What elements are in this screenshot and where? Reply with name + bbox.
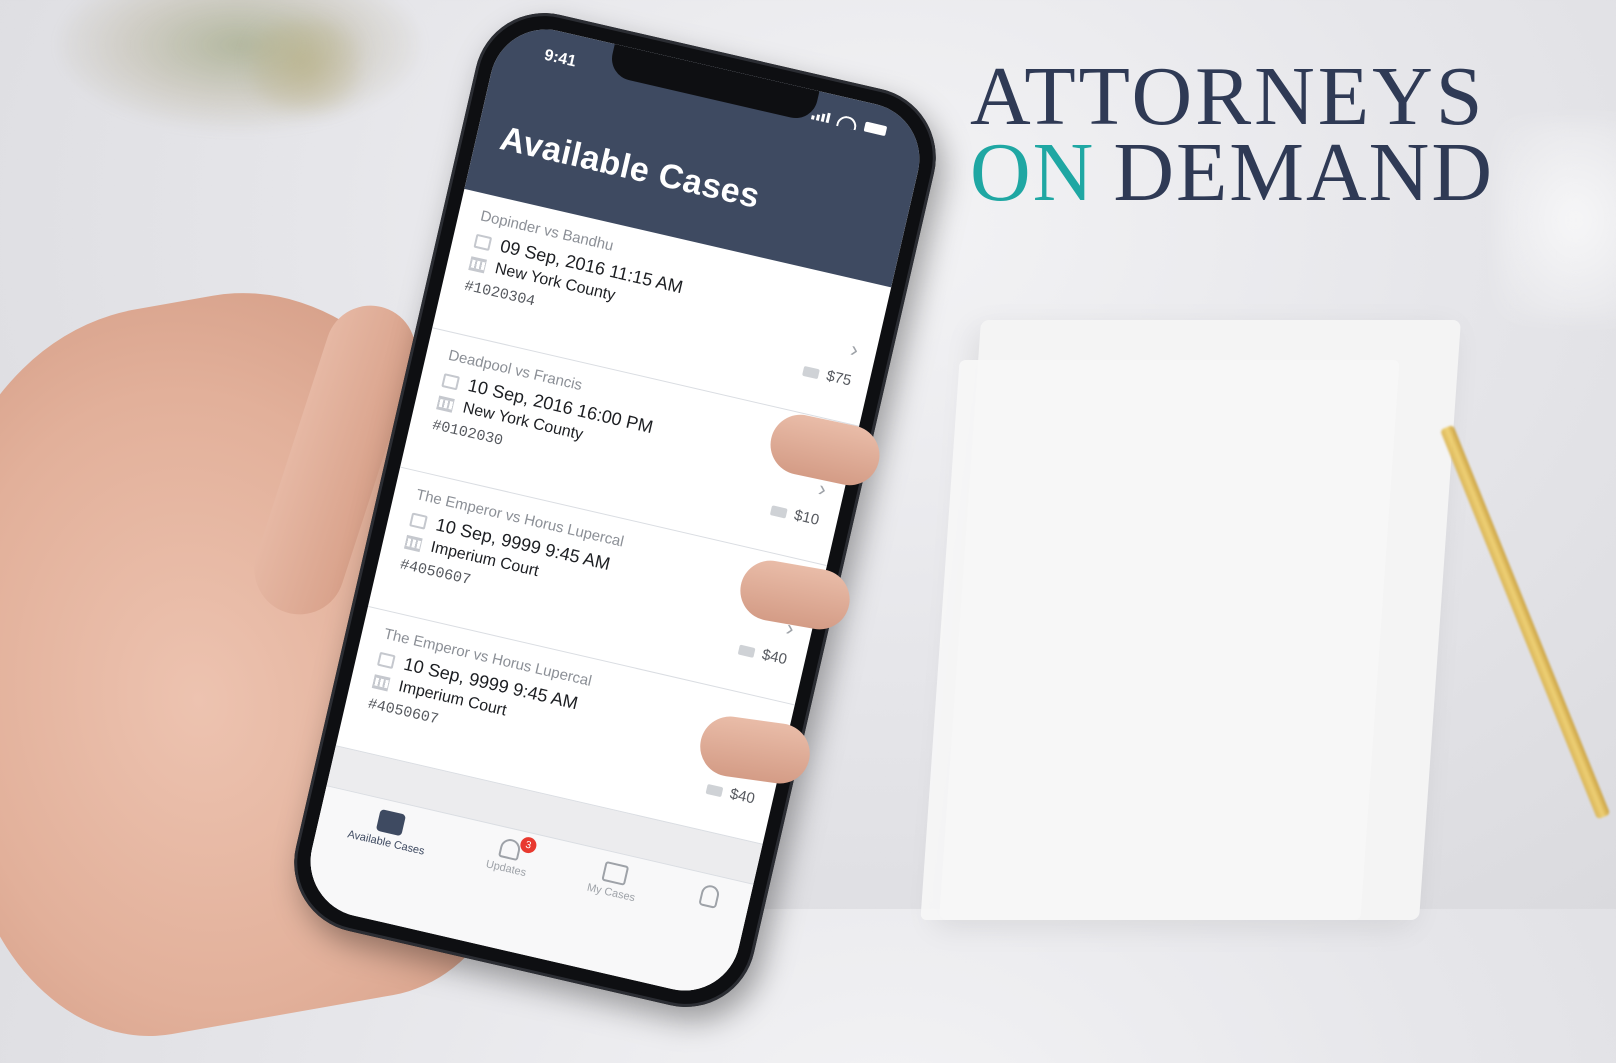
phone: 9:41 Available Cases Dopinder vs Bandhu … (280, 0, 950, 1021)
phone-screen: 9:41 Available Cases Dopinder vs Bandhu … (299, 18, 931, 1002)
logo-on: ON (970, 126, 1096, 219)
logo-demand: DEMAND (1113, 126, 1494, 219)
battery-icon (863, 121, 888, 137)
wifi-icon (836, 114, 859, 131)
inbox-icon (375, 808, 406, 837)
status-time: 9:41 (542, 46, 578, 71)
money-icon (769, 504, 788, 519)
page-title: Available Cases (496, 119, 764, 216)
bell-icon (498, 837, 523, 862)
tab-label: Updates (484, 858, 528, 880)
user-icon (697, 883, 721, 909)
calendar-icon (441, 372, 461, 390)
logo-line2: ON DEMAND (970, 131, 1492, 215)
plant-pot-background (250, 20, 360, 110)
tab-updates[interactable]: 3 Updates (468, 835, 538, 951)
briefcase-icon (601, 860, 630, 886)
pencil-background (1440, 424, 1611, 820)
notification-badge: 3 (518, 835, 538, 855)
plant-background (60, 0, 420, 130)
logo-attorneys: ATTORNEYS (970, 50, 1486, 143)
brand-logo: ATTORNEYS ON DEMAND (970, 50, 1492, 215)
tab-my-cases[interactable]: My Cases (569, 858, 641, 976)
chevron-right-icon: › (848, 336, 862, 363)
courthouse-icon (468, 256, 488, 274)
courthouse-icon (371, 674, 391, 692)
courthouse-icon (403, 534, 423, 553)
tab-profile[interactable] (678, 883, 721, 994)
calendar-icon (377, 651, 396, 669)
calendar-icon (409, 511, 428, 530)
tab-label: My Cases (585, 881, 637, 905)
courthouse-icon (436, 395, 455, 413)
money-icon (737, 644, 756, 658)
notebook-page-background (920, 360, 1400, 920)
light-background (1496, 120, 1616, 320)
money-icon (705, 783, 724, 797)
signal-icon (810, 109, 831, 124)
tab-available-cases[interactable]: Available Cases (330, 803, 431, 928)
money-icon (802, 365, 820, 379)
calendar-icon (473, 233, 493, 251)
status-icons (810, 108, 888, 137)
